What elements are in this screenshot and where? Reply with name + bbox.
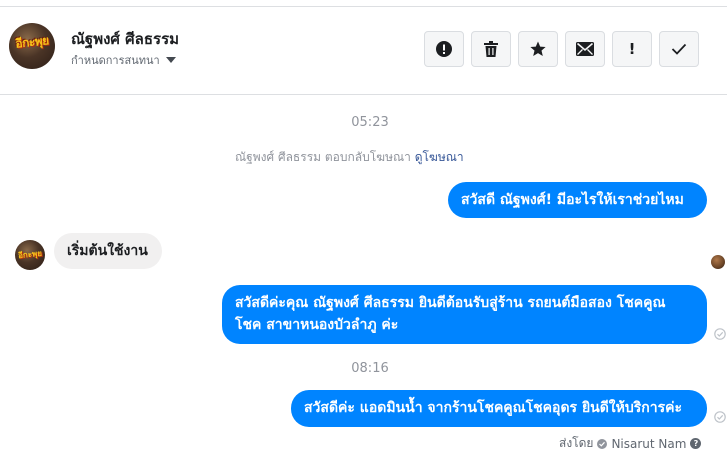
outgoing-message[interactable]: สวัสดีค่ะคุณ ณัฐพงศ์ ศีลธรรม ยินดีต้อนรั… xyxy=(222,285,707,344)
mark-done-button[interactable] xyxy=(659,31,699,67)
contact-name[interactable]: ณัฐพงศ์ ศีลธรรม xyxy=(71,27,179,51)
message-line: สวัสดีค่ะคุณ ณัฐพงศ์ ศีลธรรม ยินดีต้อนรั… xyxy=(235,295,666,311)
avatar-logo-text: อีกะพุย xyxy=(14,33,50,51)
sender-avatar[interactable]: อีกะพุย xyxy=(15,240,45,270)
check-icon xyxy=(671,43,687,55)
assign-conversation-dropdown[interactable]: กำหนดการสนทนา xyxy=(71,51,176,69)
seen-avatar xyxy=(711,255,725,269)
delivered-check-icon xyxy=(714,411,726,423)
trash-icon xyxy=(484,41,498,57)
verified-check-icon xyxy=(597,438,608,449)
exclamation-icon: ! xyxy=(628,40,636,58)
outgoing-message[interactable]: สวัสดีค่ะ แอดมินน้ำ จากร้านโชคคูณโชคอุดร… xyxy=(291,390,707,427)
caret-down-icon xyxy=(165,57,176,63)
envelope-icon xyxy=(576,42,594,56)
incoming-message[interactable]: เริ่มต้นใช้งาน xyxy=(54,233,162,269)
exclamation-circle-icon xyxy=(436,41,452,57)
mark-unread-button[interactable] xyxy=(565,31,605,67)
ad-reply-text: ณัฐพงศ์ ศีลธรรม ตอบกลับโฆษณา xyxy=(235,150,411,164)
sent-by-info: ส่งโดย Nisarut Nam ? xyxy=(559,434,702,453)
avatar-logo-text: อีกะพุย xyxy=(17,248,43,261)
ad-reply-notice: ณัฐพงศ์ ศีลธรรม ตอบกลับโฆษณา ดูโฆษณา xyxy=(235,148,464,167)
help-icon[interactable]: ? xyxy=(690,438,702,449)
timestamp: 05:23 xyxy=(351,115,389,130)
sent-by-name: Nisarut Nam xyxy=(611,436,687,451)
mark-spam-button[interactable] xyxy=(424,31,464,67)
timestamp: 08:16 xyxy=(351,361,389,376)
view-ad-link[interactable]: ดูโฆษณา xyxy=(415,150,464,164)
assign-conversation-label: กำหนดการสนทนา xyxy=(71,54,160,67)
delivered-check-icon xyxy=(714,328,726,340)
outgoing-message[interactable]: สวัสดี ณัฐพงศ์! มีอะไรให้เราช่วยไหม xyxy=(448,182,707,218)
delete-button[interactable] xyxy=(471,31,511,67)
sent-by-label: ส่งโดย xyxy=(559,436,594,450)
header-toolbar: ! xyxy=(424,31,699,67)
top-divider xyxy=(0,0,727,7)
follow-up-button[interactable]: ! xyxy=(612,31,652,67)
star-icon xyxy=(530,41,546,56)
contact-avatar[interactable]: อีกะพุย xyxy=(9,23,55,69)
star-button[interactable] xyxy=(518,31,558,67)
message-line: โชค สาขาหนองบัวลำภู ค่ะ xyxy=(235,317,399,333)
